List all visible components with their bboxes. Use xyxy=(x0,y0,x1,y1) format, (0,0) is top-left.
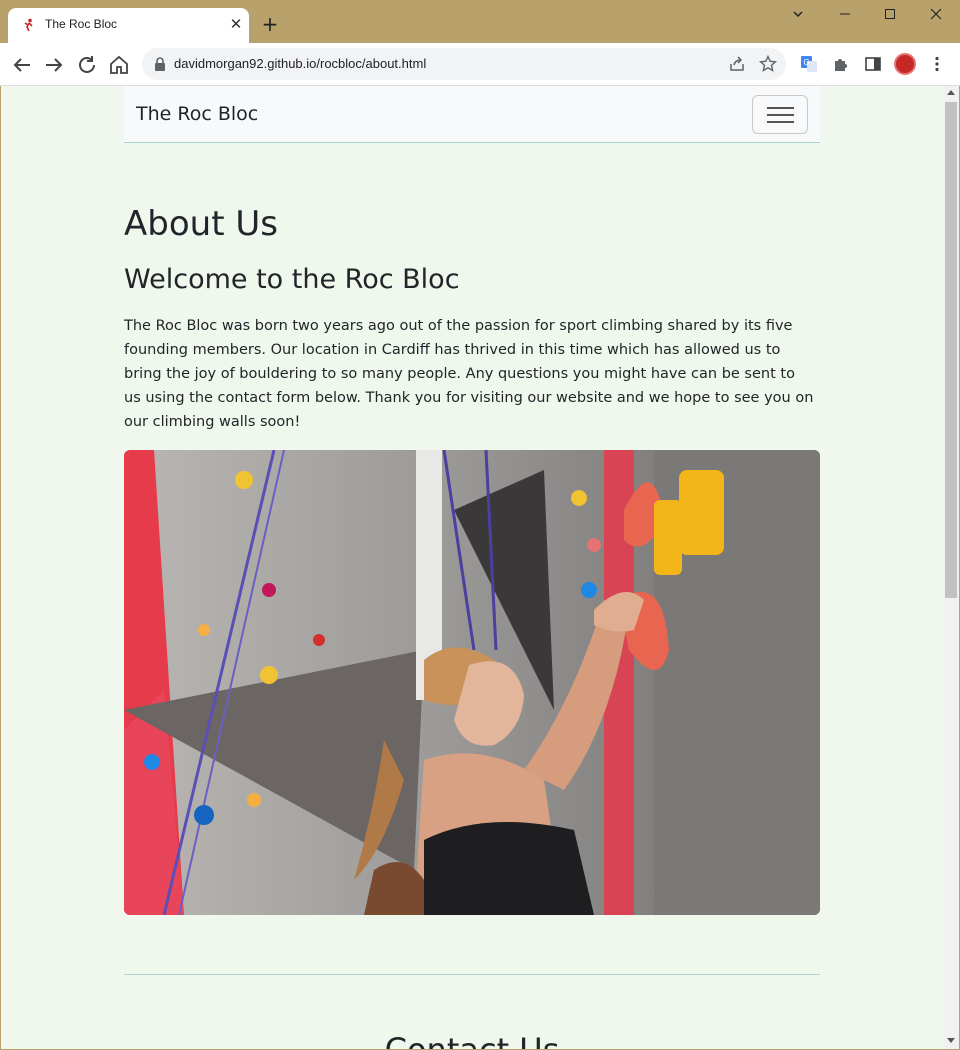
new-tab-icon[interactable]: + xyxy=(260,14,280,34)
minimize-icon[interactable] xyxy=(830,6,860,26)
browser-tab[interactable]: The Roc Bloc ✕ xyxy=(8,8,249,43)
share-icon[interactable] xyxy=(728,55,746,73)
section-divider xyxy=(124,974,820,975)
page-title: About Us xyxy=(124,204,278,244)
tab-search-icon[interactable] xyxy=(783,6,813,26)
hamburger-line xyxy=(767,121,794,123)
site-navbar: The Roc Bloc xyxy=(124,86,820,143)
home-icon[interactable] xyxy=(107,53,131,77)
side-panel-icon[interactable] xyxy=(864,55,882,73)
back-arrow-icon[interactable] xyxy=(10,53,34,77)
browser-tab-strip: The Roc Bloc ✕ + xyxy=(0,0,960,43)
page-scrollbar[interactable] xyxy=(943,86,959,1049)
climber-photo-illustration xyxy=(124,450,820,915)
climbing-wall-photo xyxy=(124,450,820,915)
menu-kebab-icon[interactable] xyxy=(928,55,946,73)
window-close-icon[interactable] xyxy=(921,6,951,26)
maximize-icon[interactable] xyxy=(875,6,905,26)
profile-avatar[interactable] xyxy=(894,53,916,75)
about-paragraph: The Roc Bloc was born two years ago out … xyxy=(124,318,814,430)
hamburger-line xyxy=(767,114,794,116)
site-brand-link[interactable]: The Roc Bloc xyxy=(136,103,258,125)
forward-arrow-icon[interactable] xyxy=(42,53,66,77)
scrollbar-thumb[interactable] xyxy=(945,102,957,598)
scroll-down-arrow-icon[interactable] xyxy=(947,1038,955,1043)
svg-text:G: G xyxy=(804,58,810,67)
bookmark-star-icon[interactable] xyxy=(759,55,777,73)
page-viewport: The Roc Bloc About Us Welcome to the Roc… xyxy=(1,86,943,1049)
tab-title: The Roc Bloc xyxy=(45,17,118,31)
contact-heading: Contact Us xyxy=(124,1031,820,1049)
url-text[interactable]: davidmorgan92.github.io/rocbloc/about.ht… xyxy=(174,56,426,71)
climber-favicon-icon xyxy=(24,18,33,32)
translate-icon[interactable]: G xyxy=(800,55,818,73)
scroll-up-arrow-icon[interactable] xyxy=(947,90,955,95)
reload-icon[interactable] xyxy=(75,53,99,77)
tab-close-icon[interactable]: ✕ xyxy=(226,14,246,34)
lock-icon[interactable] xyxy=(154,57,166,71)
address-bar[interactable]: davidmorgan92.github.io/rocbloc/about.ht… xyxy=(142,48,786,80)
navbar-toggle-button[interactable] xyxy=(752,95,808,134)
hamburger-menu-icon xyxy=(767,107,794,109)
section-subtitle: Welcome to the Roc Bloc xyxy=(124,264,460,295)
extensions-puzzle-icon[interactable] xyxy=(832,55,850,73)
browser-toolbar: davidmorgan92.github.io/rocbloc/about.ht… xyxy=(0,43,960,86)
